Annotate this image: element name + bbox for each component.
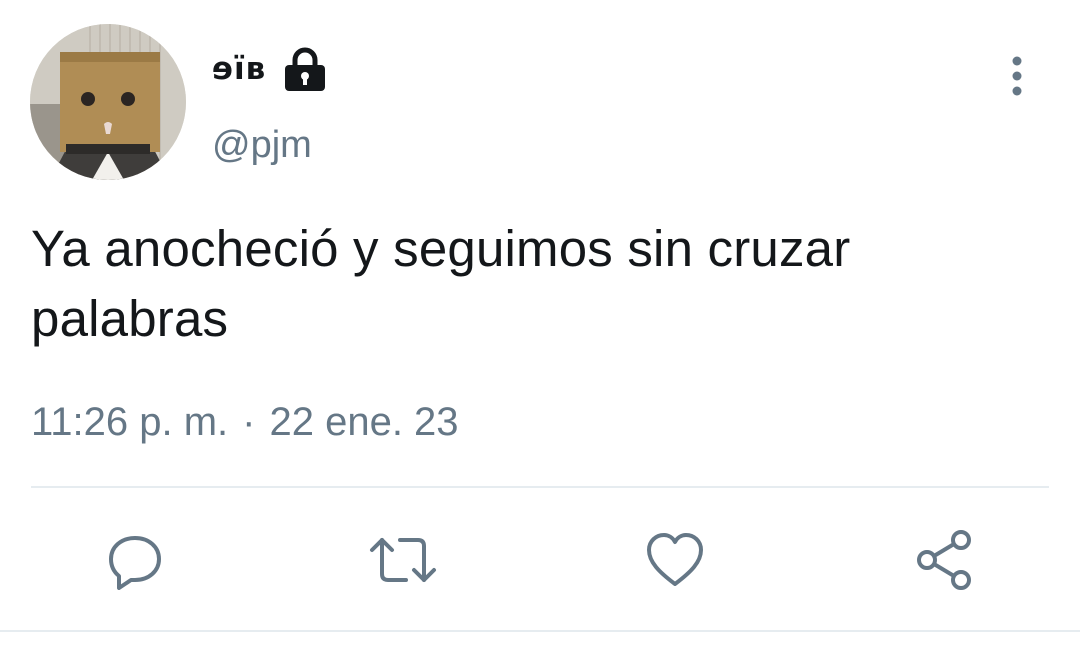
avatar[interactable] [30, 24, 186, 180]
reply-icon [109, 536, 161, 590]
heart-icon [647, 533, 703, 586]
lock-icon [282, 46, 328, 92]
divider [31, 486, 1049, 488]
tweet-text-line-2: palabras [31, 290, 229, 347]
retweet-icon [370, 538, 436, 582]
like-button[interactable] [640, 525, 710, 595]
reply-button[interactable] [100, 525, 170, 595]
bottom-divider [0, 630, 1080, 632]
display-name-row: ɘïʙ [212, 44, 328, 94]
timestamp-separator: · [242, 400, 256, 444]
tweet-text-line-1: Ya anocheció y seguimos sin cruzar [31, 220, 851, 277]
more-vertical-icon[interactable] [1000, 54, 1034, 98]
share-icon [917, 530, 971, 590]
retweet-button[interactable] [368, 525, 438, 595]
avatar-image [30, 24, 186, 180]
user-handle[interactable]: @pjm [212, 124, 312, 167]
timestamp[interactable]: 11:26 p. m. · 22 ene. 23 [31, 400, 459, 445]
tweet-date: 22 ene. 23 [269, 400, 459, 444]
tweet-time: 11:26 p. m. [31, 400, 229, 444]
display-name[interactable]: ɘïʙ [212, 51, 266, 87]
share-button[interactable] [910, 525, 980, 595]
action-bar [0, 525, 1080, 595]
tweet-text: Ya anocheció y seguimos sin cruzar palab… [31, 214, 1051, 354]
